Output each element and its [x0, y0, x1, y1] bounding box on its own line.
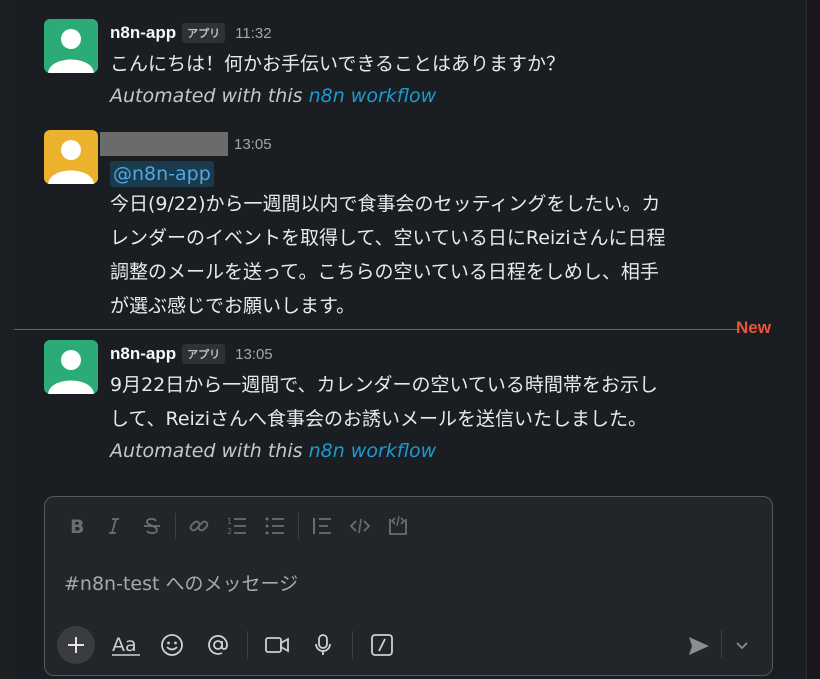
workflow-link[interactable]: n8n workflow: [309, 85, 437, 107]
avatar[interactable]: [44, 19, 98, 73]
message-composer[interactable]: B 12 #n8n-test へのメッセージ Aa: [44, 496, 773, 676]
toolbar-divider: [247, 631, 248, 659]
svg-text:B: B: [70, 516, 84, 536]
video-icon[interactable]: [254, 626, 300, 664]
chevron-down-icon[interactable]: [727, 631, 757, 661]
avatar[interactable]: [44, 340, 98, 394]
redacted-username: [100, 132, 228, 156]
message-input[interactable]: #n8n-test へのメッセージ: [64, 569, 298, 596]
plus-icon[interactable]: [57, 626, 95, 664]
microphone-icon[interactable]: [300, 626, 346, 664]
ordered-list-icon[interactable]: 12: [218, 511, 256, 541]
message-text-line: が選ぶ感じでお願いします。: [110, 295, 356, 317]
toolbar-divider: [175, 513, 176, 539]
mention-icon[interactable]: [195, 626, 241, 664]
message-text-line: レンダーのイベントを取得して、空いている日にReiziさんに日程: [110, 227, 666, 249]
mention-n8n-app[interactable]: @n8n-app: [110, 161, 214, 187]
blockquote-icon[interactable]: [303, 511, 341, 541]
message-3: n8n-app アプリ 13:05 9月22日から一週間で、カレンダーの空いてい…: [44, 340, 784, 470]
toolbar-divider: [352, 631, 353, 659]
code-block-icon[interactable]: [379, 511, 417, 541]
composer-actions: Aa: [57, 625, 405, 665]
bulleted-list-icon[interactable]: [256, 511, 294, 541]
new-messages-divider: [14, 329, 738, 330]
sidebar-edge: [0, 0, 14, 679]
emoji-icon[interactable]: [149, 626, 195, 664]
username[interactable]: n8n-app: [110, 344, 176, 364]
bold-icon[interactable]: B: [57, 511, 95, 541]
message-2: 13:05 @n8n-app 今日(9/22)から一週間以内で食事会のセッティン…: [44, 130, 784, 320]
italic-icon[interactable]: [95, 511, 133, 541]
send-icon[interactable]: [681, 631, 717, 661]
timestamp[interactable]: 13:05: [234, 136, 272, 153]
toolbar-divider: [298, 513, 299, 539]
avatar[interactable]: [44, 130, 98, 184]
code-icon[interactable]: [341, 511, 379, 541]
timestamp[interactable]: 11:32: [235, 25, 271, 42]
workflow-link[interactable]: n8n workflow: [309, 440, 437, 462]
timestamp[interactable]: 13:05: [235, 346, 273, 363]
slash-command-icon[interactable]: [359, 626, 405, 664]
message-text-line: して、Reiziさんへ食事会のお誘いメールを送信いたしました。: [110, 408, 648, 430]
right-panel-edge: [806, 0, 820, 679]
automation-footer: Automated with this n8n workflow: [110, 436, 784, 466]
link-icon[interactable]: [180, 511, 218, 541]
message-text-line: 9月22日から一週間で、カレンダーの空いている時間帯をお示し: [110, 374, 658, 396]
app-badge: アプリ: [182, 23, 226, 43]
strikethrough-icon[interactable]: [133, 511, 171, 541]
formatting-toolbar: B 12: [57, 511, 417, 541]
automation-footer: Automated with this n8n workflow: [110, 81, 784, 111]
username[interactable]: n8n-app: [110, 23, 176, 43]
svg-text:2: 2: [227, 527, 232, 536]
new-messages-label: New: [736, 318, 771, 337]
message-text: こんにちは！何かお手伝いできることはありますか？: [110, 53, 566, 75]
text-format-icon[interactable]: Aa: [103, 626, 149, 664]
svg-text:Aa: Aa: [112, 634, 137, 656]
message-text-line: 調整のメールを送って。こちらの空いている日程をしめし、相手: [110, 261, 659, 283]
message-1: n8n-app アプリ 11:32 こんにちは！何かお手伝いできることはあります…: [44, 19, 784, 119]
svg-text:1: 1: [227, 517, 232, 526]
app-badge: アプリ: [182, 344, 226, 364]
send-divider: [721, 630, 722, 658]
message-text-line: 今日(9/22)から一週間以内で食事会のセッティングをしたい。カ: [110, 193, 661, 215]
footer-text: Automated with this: [110, 85, 303, 107]
footer-text: Automated with this: [110, 440, 303, 462]
